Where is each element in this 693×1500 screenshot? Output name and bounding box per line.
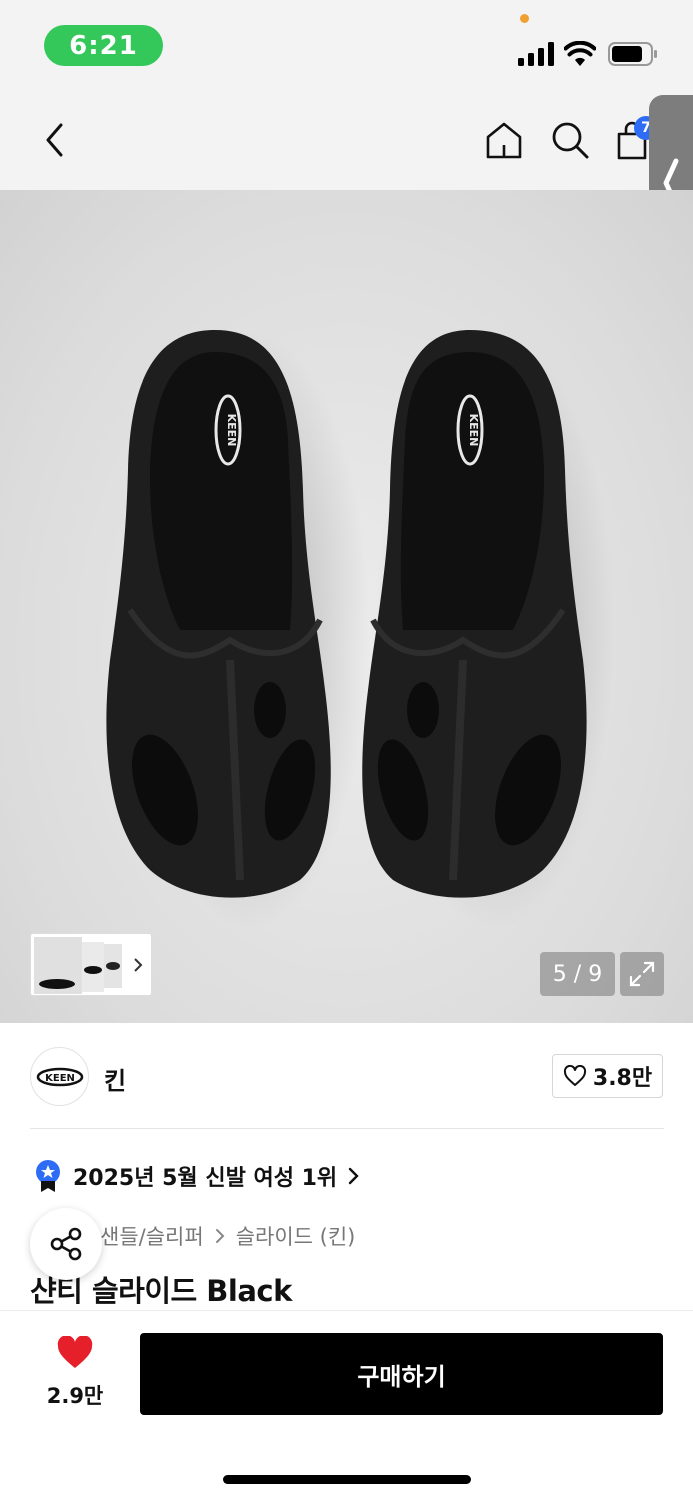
back-button[interactable] <box>34 118 74 162</box>
expand-icon <box>629 961 655 987</box>
status-time: 6:21 <box>44 25 163 66</box>
category-level1[interactable]: 샌들/슬리퍼 <box>100 1221 204 1251</box>
ranking-text: 2025년 5월 신발 여성 1위 <box>73 1166 338 1191</box>
divider <box>30 1128 664 1129</box>
thumbnail-strip[interactable] <box>30 933 152 996</box>
back-icon <box>46 123 63 157</box>
signal-icon <box>518 42 554 66</box>
right-sandal-logo: KEEN <box>467 414 480 447</box>
image-page-counter: 5 / 9 <box>540 952 615 996</box>
search-icon <box>552 122 589 159</box>
right-sandal: KEEN <box>362 330 587 898</box>
thumbnail-images[interactable] <box>31 934 152 996</box>
wishlist-button[interactable]: 2.9만 <box>30 1336 120 1410</box>
product-gallery[interactable]: KEEN KEEN 5 / 9 <box>0 190 693 1023</box>
status-bar: 6:21 <box>0 0 693 90</box>
brand-like-count: 3.8만 <box>592 1066 653 1091</box>
brand-logo[interactable]: KEEN <box>30 1047 89 1106</box>
privacy-indicator-dot <box>520 14 529 23</box>
search-button[interactable] <box>548 118 592 162</box>
battery-icon <box>608 42 657 66</box>
heart-outline-icon <box>563 1065 586 1086</box>
breadcrumb-chevron-icon <box>215 1229 225 1243</box>
wifi-icon <box>564 41 596 66</box>
share-icon <box>50 1227 82 1261</box>
heart-filled-icon <box>57 1336 93 1368</box>
rank-badge-icon <box>36 1160 60 1192</box>
brand-name[interactable]: 킨 <box>104 1061 126 1096</box>
ranking-link[interactable]: 2025년 5월 신발 여성 1위 <box>33 1158 361 1194</box>
wishlist-count: 2.9만 <box>46 1384 104 1408</box>
chevron-right-icon <box>348 1167 359 1185</box>
keen-logo-icon: KEEN <box>36 1067 83 1086</box>
category-level2[interactable]: 슬라이드 (킨) <box>236 1221 356 1251</box>
home-button[interactable] <box>482 118 526 162</box>
home-icon <box>486 122 522 159</box>
brand-logo-text: KEEN <box>45 1073 75 1084</box>
chevron-right-icon <box>134 958 143 972</box>
product-image[interactable]: KEEN KEEN <box>0 190 693 1023</box>
brand-row: KEEN 킨 3.8만 <box>0 1043 693 1111</box>
brand-like-button[interactable]: 3.8만 <box>552 1054 663 1098</box>
expand-button[interactable] <box>620 952 664 996</box>
share-button[interactable] <box>30 1208 102 1280</box>
left-sandal-logo: KEEN <box>225 414 238 447</box>
buy-button[interactable]: 구매하기 <box>140 1333 663 1415</box>
category-breadcrumb: 샌들/슬리퍼 슬라이드 (킨) <box>100 1220 355 1252</box>
home-indicator <box>223 1475 471 1484</box>
